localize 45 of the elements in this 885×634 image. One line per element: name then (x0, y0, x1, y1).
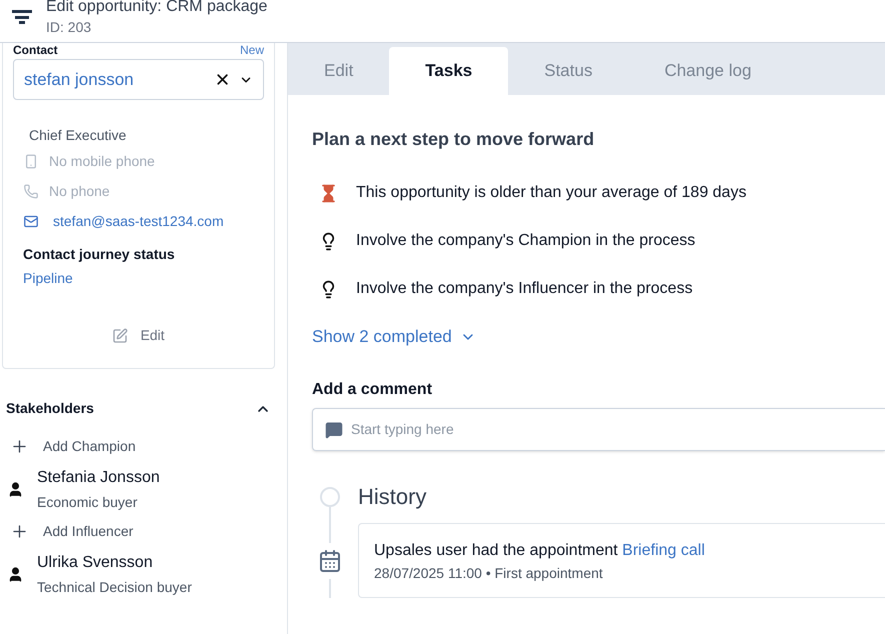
appointment-link[interactable]: Briefing call (622, 542, 705, 559)
show-completed-button[interactable]: Show 2 completed (312, 313, 476, 361)
new-contact-link[interactable]: New (240, 43, 264, 57)
comment-input[interactable]: Start typing here (351, 419, 885, 440)
journey-status-label: Contact journey status (23, 245, 176, 264)
stakeholder-name[interactable]: Stefania Jonsson (37, 466, 160, 490)
phone-icon (23, 184, 39, 199)
history-entry-meta: 28/07/2025 11:00 • First appointment (374, 564, 604, 583)
contact-detail[interactable]: stefan@saas-test1234.com (53, 211, 224, 232)
contact-detail: No phone (49, 182, 110, 201)
mail-icon (23, 214, 39, 229)
comment-label: Add a comment (312, 380, 434, 400)
task-suggestion: Involve the company's Influencer in the process (356, 279, 693, 299)
stakeholder-name[interactable]: Ulrika Svensson (37, 550, 192, 574)
comment-field[interactable]: Start typing here (312, 408, 885, 451)
tab[interactable]: Edit (288, 47, 390, 95)
hourglass-icon (319, 184, 338, 202)
journey-status-link[interactable]: Pipeline (23, 268, 264, 289)
selected-contact: stefan jonsson (24, 68, 135, 91)
edit-icon (112, 328, 128, 344)
stakeholders-heading: Stakeholders (6, 399, 94, 418)
add-stakeholder-button[interactable]: Add Champion (10, 430, 287, 463)
job-title: Chief Executive (29, 126, 128, 145)
plan-heading: Plan a next step to move forward (312, 128, 596, 151)
contact-detail: No mobile phone (49, 152, 155, 171)
task-suggestion: This opportunity is older than your average of 189 days (356, 183, 746, 203)
person-icon (7, 566, 24, 582)
menu-icon[interactable] (12, 8, 32, 24)
stakeholder-role: Technical Decision buyer (37, 578, 192, 597)
history-heading: History (358, 484, 428, 510)
mobile-phone-icon (23, 154, 39, 169)
record-id: ID: 203 (46, 18, 92, 36)
person-icon (7, 480, 24, 498)
tab[interactable]: Status (508, 47, 628, 95)
edit-contact-button[interactable]: Edit (112, 325, 165, 346)
stakeholder-role: Economic buyer (37, 492, 138, 512)
comment-icon (325, 420, 343, 438)
contact-label: Contact (13, 43, 58, 57)
contact-select[interactable]: stefan jonsson (13, 59, 264, 100)
history-entry-text: Upsales user had the appointment (374, 542, 618, 559)
tab[interactable]: Change log (628, 47, 788, 95)
tab[interactable]: Tasks (389, 47, 508, 95)
task-suggestion: Involve the company's Champion in the process (356, 231, 696, 251)
calendar-icon (318, 549, 342, 573)
add-stakeholder-button[interactable]: Add Influencer (10, 515, 287, 548)
